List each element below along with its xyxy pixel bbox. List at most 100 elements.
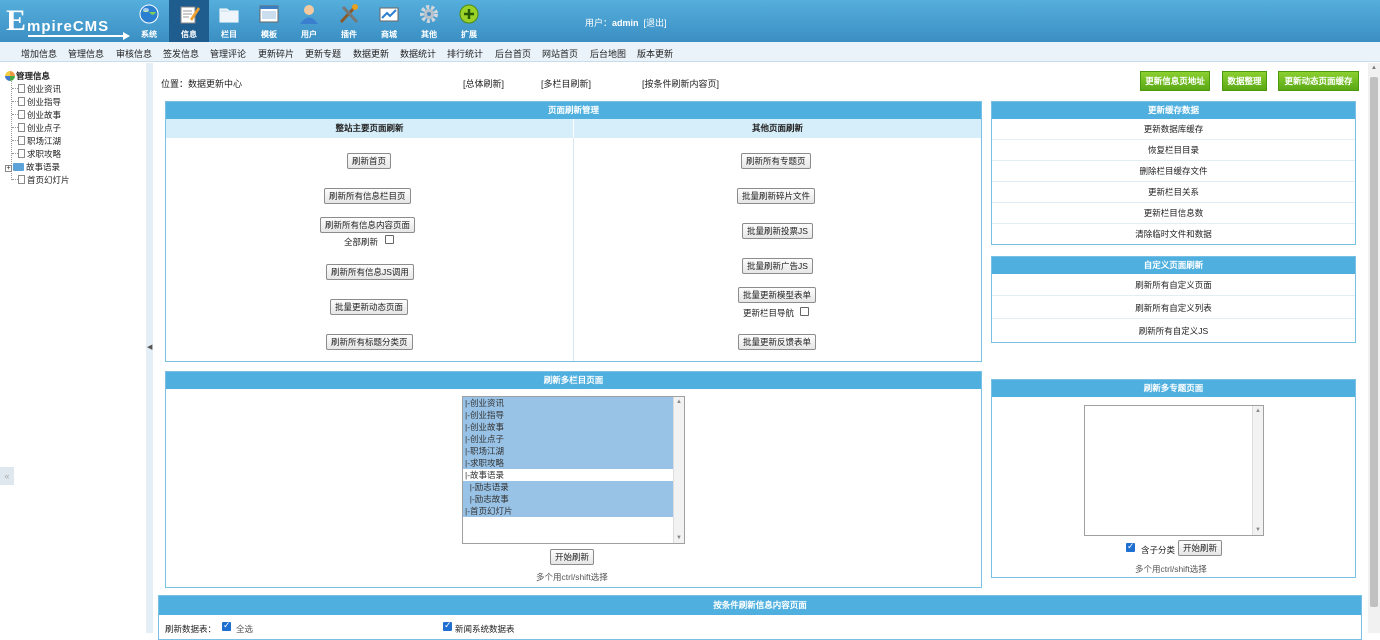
batch-refresh-fragments-button[interactable]: 批量刷新碎片文件 [737,188,816,204]
multi-column-start-button[interactable]: 开始刷新 [550,549,595,565]
scroll-up-icon[interactable]: ▲ [1371,65,1377,71]
tree-item[interactable]: 职场江湖 [18,135,61,147]
listbox-scrollbar[interactable]: ▲ ▼ [1252,406,1263,535]
breadcrumb-link[interactable]: 数据更新中心 [188,79,242,89]
empirecms-logo[interactable]: E mpireCMS [6,4,130,40]
refresh-all-column-pages-button[interactable]: 刷新所有信息栏目页 [324,188,411,204]
column-option[interactable]: |-首页幻灯片 [463,505,684,517]
link-conditional-refresh[interactable]: [按条件刷新内容页] [642,77,719,90]
update-column-relation-link[interactable]: 更新栏目关系 [992,182,1355,203]
nav-extend[interactable]: 扩展 [449,0,489,42]
column-option[interactable]: |-励志语录 [463,481,684,493]
subnav-add-info[interactable]: 增加信息 [21,47,57,60]
listbox-scrollbar[interactable]: ▲ ▼ [673,397,684,543]
subnav-site-home[interactable]: 网站首页 [542,47,578,60]
nav-plugin[interactable]: 插件 [329,0,369,42]
update-column-count-link[interactable]: 更新栏目信息数 [992,203,1355,224]
data-cleanup-button[interactable]: 数据整理 [1222,71,1267,91]
left-edge-tab[interactable]: « [0,467,14,485]
refresh-all-content-pages-button[interactable]: 刷新所有信息内容页面 [320,217,416,233]
nav-template[interactable]: 模板 [249,0,289,42]
multi-topic-start-button[interactable]: 开始刷新 [1178,540,1223,556]
refresh-custom-pages-link[interactable]: 刷新所有自定义页面 [992,274,1355,296]
delete-column-cache-link[interactable]: 删除栏目缓存文件 [992,161,1355,182]
batch-update-model-form-button[interactable]: 批量更新模型表单 [738,287,817,303]
link-multi-column-refresh[interactable]: [多栏目刷新] [541,77,591,90]
column-option[interactable]: |-创业资讯 [463,397,684,409]
clear-temp-files-link[interactable]: 清除临时文件和数据 [992,224,1355,245]
include-subcategory-checkbox[interactable] [1126,541,1135,552]
news-table-checkbox[interactable] [443,620,452,631]
column-option[interactable]: |-励志故事 [463,493,684,505]
scrollbar-thumb[interactable] [1370,77,1378,607]
subnav-ranking-stats[interactable]: 排行统计 [447,47,483,60]
nav-user[interactable]: 用户 [289,0,329,42]
subnav-admin-home[interactable]: 后台首页 [495,47,531,60]
column-listbox[interactable]: |-创业资讯 |-创业指导 |-创业故事 |-创业点子 |-职场江湖 |-求职攻略 |-故事… [462,396,685,544]
column-option[interactable]: |-故事语录 [463,469,684,481]
batch-update-dynamic-button[interactable]: 批量更新动态页面 [330,299,409,315]
tree-item[interactable]: 首页幻灯片 [18,174,70,186]
sidebar-splitter[interactable]: ◀ [146,63,153,633]
nav-other[interactable]: 其他 [409,0,449,42]
refresh-home-button[interactable]: 刷新首页 [347,153,392,169]
top-header: E mpireCMS 系统 信息 栏目 模板 用户 插件 商城 其他 扩展 用户… [0,0,1380,42]
column-option[interactable]: |-创业点子 [463,433,684,445]
topic-listbox[interactable]: ▲ ▼ [1084,405,1264,536]
batch-refresh-vote-js-button[interactable]: 批量刷新投票JS [742,223,813,239]
batch-refresh-ad-js-button[interactable]: 批量刷新广告JS [742,258,813,274]
column-option[interactable]: |-创业指导 [463,409,684,421]
update-info-url-button[interactable]: 更新信息页地址 [1140,71,1210,91]
refresh-title-category-button[interactable]: 刷新所有标题分类页 [326,334,413,350]
collapse-arrow-icon[interactable]: ◀ [147,343,152,351]
subnav-update-topics[interactable]: 更新专题 [305,47,341,60]
select-all-checkbox[interactable] [222,620,231,631]
restore-column-dir-link[interactable]: 恢复栏目目录 [992,140,1355,161]
refresh-all-js-button[interactable]: 刷新所有信息JS调用 [326,264,414,280]
tree-item[interactable]: 创业故事 [18,109,61,121]
nav-info[interactable]: 信息 [169,0,209,42]
update-nav-checkbox[interactable] [800,307,809,316]
nav-shop[interactable]: 商城 [369,0,409,42]
subnav-data-update[interactable]: 数据更新 [353,47,389,60]
nav-column[interactable]: 栏目 [209,0,249,42]
page-icon [18,84,25,93]
cache-title: 更新缓存数据 [992,102,1355,119]
update-dynamic-cache-button[interactable]: 更新动态页面缓存 [1278,71,1359,91]
link-overall-refresh[interactable]: [总体刷新] [463,77,504,90]
subnav-data-stats[interactable]: 数据统计 [400,47,436,60]
page-scrollbar[interactable]: ▲ [1368,63,1380,633]
logout-link[interactable]: [退出] [644,18,667,28]
subnav-update-fragments[interactable]: 更新碎片 [258,47,294,60]
expand-toggle-icon[interactable]: + [5,165,12,172]
subnav-sign-info[interactable]: 签发信息 [163,47,199,60]
tree-item[interactable]: 创业资讯 [18,83,61,95]
all-refresh-checkbox[interactable] [385,235,394,244]
tree-item-expandable[interactable]: + 故事语录 [5,161,60,173]
refresh-custom-js-link[interactable]: 刷新所有自定义JS [992,320,1355,342]
column-option[interactable]: |-职场江湖 [463,445,684,457]
column-option[interactable]: |-创业故事 [463,421,684,433]
column-option[interactable]: |-求职攻略 [463,457,684,469]
tree-item[interactable]: 创业点子 [18,122,61,134]
data-table-label: 刷新数据表： [165,624,217,634]
update-db-cache-link[interactable]: 更新数据库缓存 [992,119,1355,140]
all-refresh-label: 全部刷新 [344,237,379,247]
multi-column-hint: 多个用ctrl/shift选择 [536,572,608,582]
subnav-version-update[interactable]: 版本更新 [637,47,673,60]
shop-icon [379,7,399,22]
page-icon [18,136,25,145]
sub-nav: 增加信息 管理信息 审核信息 签发信息 管理评论 更新碎片 更新专题 数据更新 … [0,42,1380,62]
subnav-manage-info[interactable]: 管理信息 [68,47,104,60]
refresh-custom-lists-link[interactable]: 刷新所有自定义列表 [992,297,1355,319]
tree-item[interactable]: 求职攻略 [18,148,61,160]
nav-system[interactable]: 系统 [129,0,169,42]
refresh-all-topics-button[interactable]: 刷新所有专题页 [741,153,811,169]
multi-topic-panel: 刷新多专题页面 ▲▼ 含子分类 开始刷新 多个用ctrl/shift选择 [991,379,1356,578]
subnav-manage-comments[interactable]: 管理评论 [210,47,246,60]
subnav-admin-map[interactable]: 后台地图 [590,47,626,60]
tree-item[interactable]: 创业指导 [18,96,61,108]
batch-update-feedback-button[interactable]: 批量更新反馈表单 [738,334,817,350]
tree-root[interactable]: 管理信息 [5,70,50,82]
subnav-review-info[interactable]: 审核信息 [116,47,152,60]
